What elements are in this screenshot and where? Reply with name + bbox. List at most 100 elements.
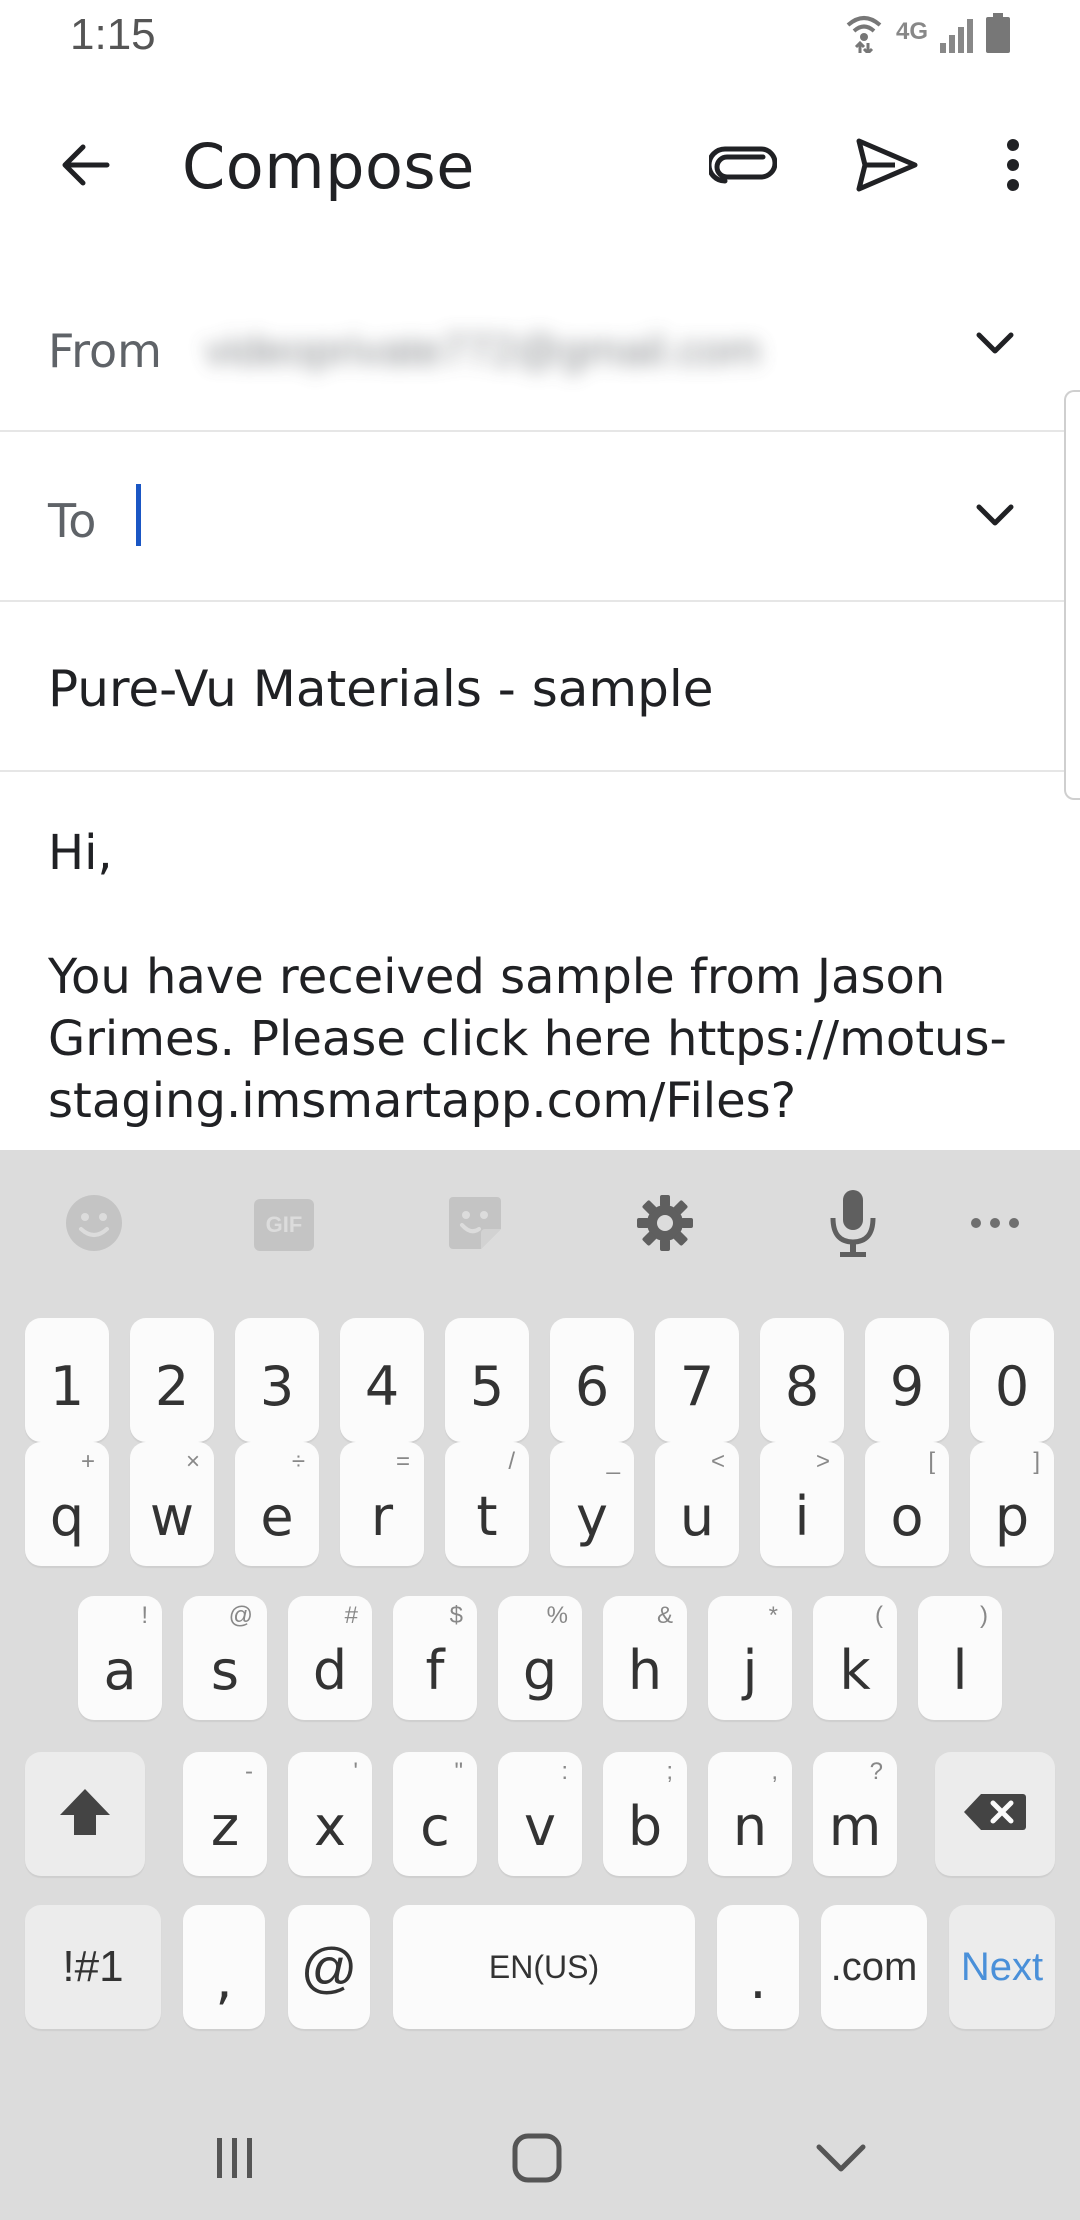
- subject-field[interactable]: Pure-Vu Materials - sample: [0, 602, 1064, 772]
- number-key[interactable]: 9: [865, 1318, 949, 1442]
- emoji-button[interactable]: [49, 1180, 139, 1270]
- key-hint-label: +: [80, 1448, 95, 1475]
- letter-key[interactable]: # d: [288, 1596, 372, 1720]
- key-label: 4: [364, 1355, 400, 1418]
- key-label: 5: [469, 1355, 505, 1418]
- letter-key[interactable]: ; b: [603, 1752, 687, 1876]
- letter-key[interactable]: ,n: [708, 1752, 792, 1876]
- wifi-icon: [844, 9, 884, 58]
- subject-input[interactable]: Pure-Vu Materials - sample: [48, 660, 713, 718]
- key-hint-label: ]: [1033, 1448, 1040, 1475]
- backspace-key[interactable]: [935, 1752, 1055, 1876]
- emoji-icon: [64, 1193, 124, 1258]
- letter-key[interactable]: > i: [760, 1442, 844, 1566]
- hide-keyboard-button[interactable]: [791, 2110, 891, 2210]
- chevron-down-icon: [975, 331, 1015, 360]
- key-label: w: [149, 1485, 195, 1548]
- shift-key[interactable]: [25, 1752, 145, 1876]
- number-key[interactable]: 6: [550, 1318, 634, 1442]
- status-icons: 4G: [844, 13, 1010, 58]
- key-hint-label: ": [454, 1758, 463, 1785]
- comma-key[interactable]: ,: [183, 1905, 265, 2029]
- home-icon: [511, 2132, 563, 2189]
- key-label: q: [49, 1485, 85, 1548]
- key-hint-label: :: [561, 1758, 568, 1785]
- letter-key[interactable]: @ s: [183, 1596, 267, 1720]
- symbols-key[interactable]: !#1: [25, 1905, 161, 2029]
- letter-key[interactable]: [o: [865, 1442, 949, 1566]
- key-label: 9: [889, 1355, 925, 1418]
- letter-key[interactable]: ) l: [918, 1596, 1002, 1720]
- letter-key[interactable]: " c: [393, 1752, 477, 1876]
- key-label: u: [679, 1485, 715, 1548]
- letter-key[interactable]: + q: [25, 1442, 109, 1566]
- key-label: e: [260, 1485, 294, 1548]
- letter-key[interactable]: ] p: [970, 1442, 1054, 1566]
- letter-key[interactable]: ! a: [78, 1596, 162, 1720]
- key-label: v: [524, 1795, 556, 1858]
- letter-key[interactable]: % g: [498, 1596, 582, 1720]
- dotcom-key[interactable]: .com: [821, 1905, 927, 2029]
- sticker-button[interactable]: [430, 1180, 520, 1270]
- letter-key[interactable]: * j: [708, 1596, 792, 1720]
- arrow-back-icon: [57, 137, 113, 198]
- to-expand-button[interactable]: [960, 482, 1030, 552]
- period-key[interactable]: .: [717, 1905, 799, 2029]
- next-key[interactable]: Next: [949, 1905, 1055, 2029]
- more-options-button[interactable]: [963, 117, 1063, 217]
- voice-input-button[interactable]: [808, 1180, 898, 1270]
- key-hint-label: ': [353, 1758, 358, 1785]
- recent-apps-button[interactable]: [185, 2110, 285, 2210]
- number-key[interactable]: 5: [445, 1318, 529, 1442]
- number-key[interactable]: 3: [235, 1318, 319, 1442]
- settings-button[interactable]: [620, 1180, 710, 1270]
- number-key[interactable]: 7: [655, 1318, 739, 1442]
- letter-key[interactable]: × w: [130, 1442, 214, 1566]
- key-hint-label: ×: [185, 1448, 200, 1475]
- symbols-key-label: !#1: [62, 1942, 124, 1991]
- key-hint-label: %: [546, 1602, 568, 1629]
- number-key[interactable]: 1: [25, 1318, 109, 1442]
- text-cursor: [136, 484, 141, 546]
- chevron-down-icon: [815, 2143, 867, 2178]
- key-hint-label: >: [815, 1448, 830, 1475]
- backspace-icon: [963, 1792, 1027, 1837]
- to-field[interactable]: To: [0, 432, 1064, 602]
- letter-key[interactable]: & h: [603, 1596, 687, 1720]
- letter-key[interactable]: (k: [813, 1596, 897, 1720]
- letter-key[interactable]: ? m: [813, 1752, 897, 1876]
- letter-key[interactable]: -z: [183, 1752, 267, 1876]
- microphone-icon: [828, 1188, 878, 1263]
- letter-key[interactable]: :v: [498, 1752, 582, 1876]
- letter-key[interactable]: $ f: [393, 1596, 477, 1720]
- attach-button[interactable]: [693, 117, 793, 217]
- space-key[interactable]: EN(US): [393, 1905, 695, 2029]
- letter-key[interactable]: ' x: [288, 1752, 372, 1876]
- number-key[interactable]: 8: [760, 1318, 844, 1442]
- letter-key[interactable]: _ y: [550, 1442, 634, 1566]
- back-button[interactable]: [35, 117, 135, 217]
- from-expand-button[interactable]: [960, 310, 1030, 380]
- letter-key[interactable]: ÷ e: [235, 1442, 319, 1566]
- page-title: Compose: [182, 130, 475, 203]
- paperclip-icon: [706, 145, 778, 190]
- letter-key[interactable]: < u: [655, 1442, 739, 1566]
- scroll-handle[interactable]: [1064, 390, 1080, 800]
- letter-key[interactable]: = r: [340, 1442, 424, 1566]
- send-button[interactable]: [837, 117, 937, 217]
- number-key[interactable]: 2: [130, 1318, 214, 1442]
- key-hint-label: /: [508, 1448, 515, 1475]
- key-hint-label: [: [928, 1448, 935, 1475]
- number-key[interactable]: 0: [970, 1318, 1054, 1442]
- letter-key[interactable]: / t: [445, 1442, 529, 1566]
- gif-button[interactable]: GIF: [239, 1180, 329, 1270]
- number-key[interactable]: 4: [340, 1318, 424, 1442]
- from-field[interactable]: From videoprivate772@gmail.com: [0, 260, 1064, 432]
- body-text[interactable]: Hi, You have received sample from Jason …: [48, 822, 1048, 1132]
- key-hint-label: *: [768, 1602, 778, 1629]
- at-key[interactable]: @: [288, 1905, 370, 2029]
- gif-label: GIF: [265, 1212, 303, 1237]
- compose-body[interactable]: Hi, You have received sample from Jason …: [0, 772, 1080, 1150]
- home-button[interactable]: [487, 2110, 587, 2210]
- more-tools-button[interactable]: [950, 1180, 1040, 1270]
